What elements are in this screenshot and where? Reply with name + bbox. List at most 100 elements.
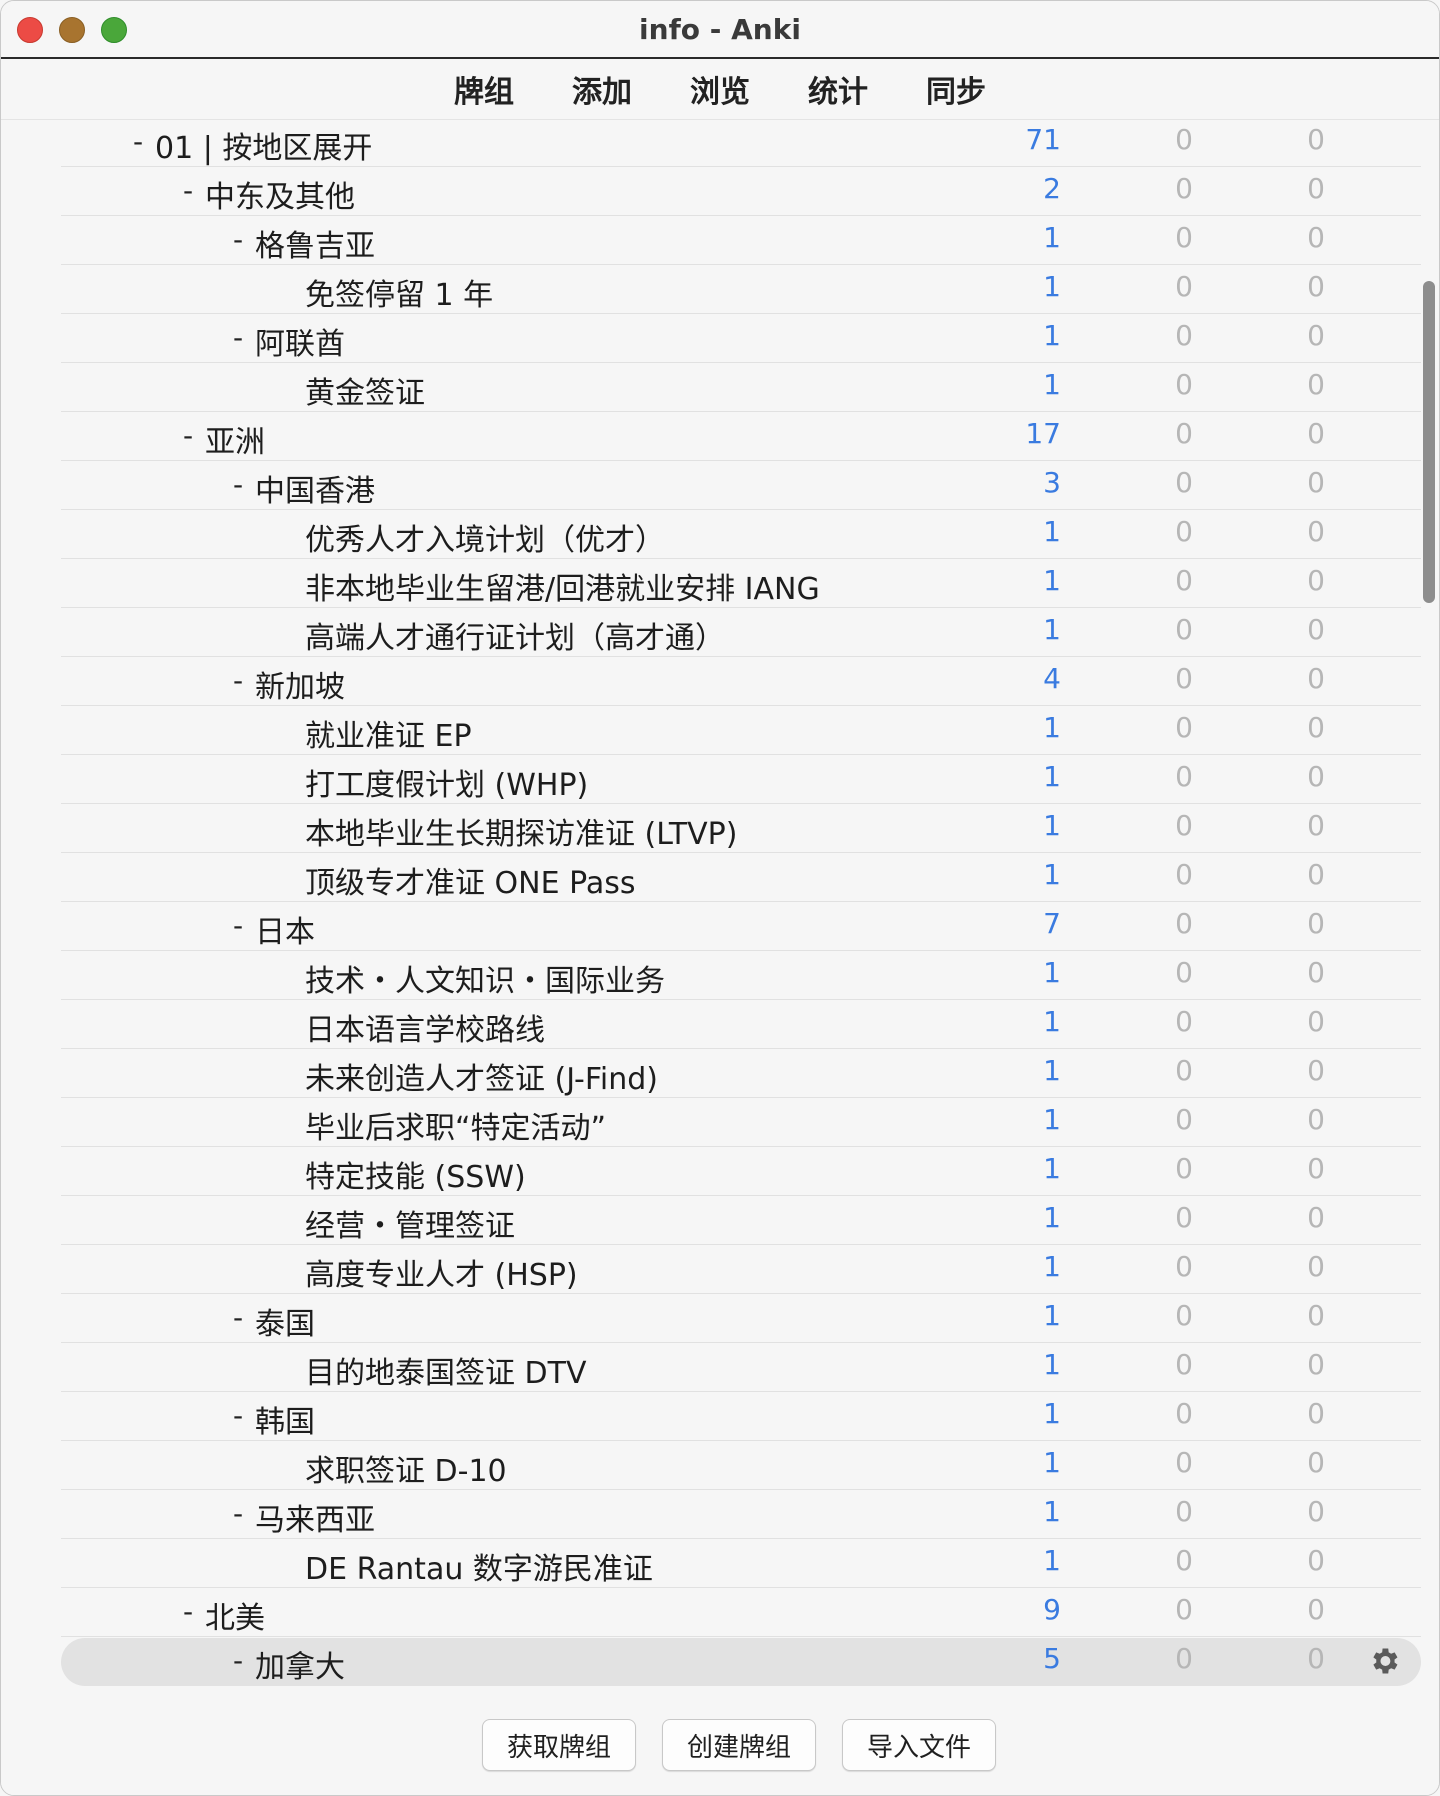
deck-row[interactable]: - 亚洲 17 0 0: [61, 413, 1421, 461]
deck-name[interactable]: 泰国: [255, 1299, 315, 1343]
title-bar[interactable]: info - Anki: [1, 1, 1439, 59]
due-count: 0: [1307, 466, 1325, 499]
deck-row[interactable]: 就业准证 EP 1 0 0: [61, 707, 1421, 755]
deck-name[interactable]: 免签停留 1 年: [305, 270, 493, 314]
deck-row[interactable]: - 中东及其他 2 0 0: [61, 168, 1421, 216]
deck-name[interactable]: 01 | 按地区展开: [155, 123, 372, 167]
deck-row[interactable]: 本地毕业生长期探访准证 (LTVP) 1 0 0: [61, 805, 1421, 853]
deck-name[interactable]: 求职签证 D-10: [305, 1446, 507, 1490]
deck-name[interactable]: 加拿大: [255, 1642, 345, 1686]
deck-name[interactable]: 非本地毕业生留港/回港就业安排 IANG: [305, 564, 820, 608]
collapse-toggle[interactable]: -: [233, 468, 243, 501]
deck-name[interactable]: 优秀人才入境计划（优才）: [305, 515, 665, 559]
toolbar-decks[interactable]: 牌组: [454, 67, 514, 111]
new-count: 1: [1043, 319, 1061, 352]
new-count: 1: [1043, 1201, 1061, 1234]
deck-name[interactable]: 阿联酋: [255, 319, 345, 363]
vertical-scrollbar[interactable]: [1423, 281, 1435, 603]
deck-name[interactable]: 中东及其他: [205, 172, 355, 216]
collapse-toggle[interactable]: -: [183, 419, 193, 452]
deck-row[interactable]: -01 | 按地区展开 71 0 0: [61, 119, 1421, 167]
deck-name[interactable]: 本地毕业生长期探访准证 (LTVP): [305, 809, 737, 853]
deck-row[interactable]: 顶级专才准证 ONE Pass 1 0 0: [61, 854, 1421, 902]
deck-row[interactable]: - 泰国 1 0 0: [61, 1295, 1421, 1343]
collapse-toggle[interactable]: -: [183, 1595, 193, 1628]
deck-name[interactable]: 北美: [205, 1593, 265, 1637]
deck-name[interactable]: 特定技能 (SSW): [305, 1152, 526, 1196]
deck-name[interactable]: 未来创造人才签证 (J-Find): [305, 1054, 658, 1098]
import-file-button[interactable]: 导入文件: [842, 1719, 996, 1771]
deck-name[interactable]: 韩国: [255, 1397, 315, 1441]
deck-row[interactable]: DE Rantau 数字游民准证 1 0 0: [61, 1540, 1421, 1588]
toolbar-stats[interactable]: 统计: [808, 67, 868, 111]
deck-name[interactable]: DE Rantau 数字游民准证: [305, 1544, 653, 1588]
deck-row[interactable]: 未来创造人才签证 (J-Find) 1 0 0: [61, 1050, 1421, 1098]
deck-row[interactable]: 非本地毕业生留港/回港就业安排 IANG 1 0 0: [61, 560, 1421, 608]
due-count: 0: [1307, 123, 1325, 156]
deck-row[interactable]: 高端人才通行证计划（高才通） 1 0 0: [61, 609, 1421, 657]
deck-row[interactable]: 高度专业人才 (HSP) 1 0 0: [61, 1246, 1421, 1294]
deck-list: -01 | 按地区展开 71 0 0- 中东及其他 2 0 0- 格鲁吉亚 1 0 0 免签停留 1 年…: [1, 119, 1439, 1693]
collapse-toggle[interactable]: -: [233, 909, 243, 942]
deck-row[interactable]: 求职签证 D-10 1 0 0: [61, 1442, 1421, 1490]
deck-name[interactable]: 亚洲: [205, 417, 265, 461]
gear-icon[interactable]: [1367, 1644, 1401, 1678]
deck-row[interactable]: - 加拿大 5 0 0: [61, 1638, 1421, 1686]
deck-row[interactable]: 特定技能 (SSW) 1 0 0: [61, 1148, 1421, 1196]
deck-name[interactable]: 日本语言学校路线: [305, 1005, 545, 1049]
deck-name[interactable]: 就业准证 EP: [305, 711, 472, 755]
deck-row[interactable]: 优秀人才入境计划（优才） 1 0 0: [61, 511, 1421, 559]
deck-row[interactable]: - 中国香港 3 0 0: [61, 462, 1421, 510]
deck-name[interactable]: 高度专业人才 (HSP): [305, 1250, 578, 1294]
collapse-toggle[interactable]: -: [233, 1301, 243, 1334]
deck-name[interactable]: 格鲁吉亚: [255, 221, 375, 265]
collapse-toggle[interactable]: -: [233, 1644, 243, 1677]
deck-name[interactable]: 中国香港: [255, 466, 375, 510]
minimize-window-button[interactable]: [59, 17, 85, 43]
deck-name[interactable]: 新加坡: [255, 662, 345, 706]
deck-row[interactable]: - 韩国 1 0 0: [61, 1393, 1421, 1441]
deck-name[interactable]: 经营・管理签证: [305, 1201, 515, 1245]
toolbar-browse[interactable]: 浏览: [690, 67, 750, 111]
collapse-toggle[interactable]: -: [233, 664, 243, 697]
deck-name[interactable]: 马来西亚: [255, 1495, 375, 1539]
learn-count: 0: [1175, 613, 1193, 646]
zoom-window-button[interactable]: [101, 17, 127, 43]
deck-row[interactable]: - 日本 7 0 0: [61, 903, 1421, 951]
deck-row[interactable]: 毕业后求职“特定活动” 1 0 0: [61, 1099, 1421, 1147]
create-deck-button[interactable]: 创建牌组: [662, 1719, 816, 1771]
deck-name[interactable]: 高端人才通行证计划（高才通）: [305, 613, 725, 657]
toolbar-add[interactable]: 添加: [572, 67, 632, 111]
get-shared-button[interactable]: 获取牌组: [482, 1719, 636, 1771]
learn-count: 0: [1175, 368, 1193, 401]
deck-row[interactable]: 目的地泰国签证 DTV 1 0 0: [61, 1344, 1421, 1392]
deck-row[interactable]: 打工度假计划 (WHP) 1 0 0: [61, 756, 1421, 804]
deck-row[interactable]: 免签停留 1 年 1 0 0: [61, 266, 1421, 314]
close-window-button[interactable]: [17, 17, 43, 43]
deck-name[interactable]: 技术・人文知识・国际业务: [305, 956, 665, 1000]
deck-name[interactable]: 毕业后求职“特定活动”: [305, 1103, 606, 1147]
deck-row[interactable]: 经营・管理签证 1 0 0: [61, 1197, 1421, 1245]
deck-row[interactable]: - 格鲁吉亚 1 0 0: [61, 217, 1421, 265]
deck-name[interactable]: 目的地泰国签证 DTV: [305, 1348, 586, 1392]
new-count: 1: [1043, 613, 1061, 646]
deck-name[interactable]: 打工度假计划 (WHP): [305, 760, 588, 804]
deck-row[interactable]: - 新加坡 4 0 0: [61, 658, 1421, 706]
deck-name[interactable]: 黄金签证: [305, 368, 425, 412]
deck-row[interactable]: 技术・人文知识・国际业务 1 0 0: [61, 952, 1421, 1000]
deck-row[interactable]: 黄金签证 1 0 0: [61, 364, 1421, 412]
deck-row[interactable]: - 阿联酋 1 0 0: [61, 315, 1421, 363]
deck-row[interactable]: 日本语言学校路线 1 0 0: [61, 1001, 1421, 1049]
collapse-toggle[interactable]: -: [183, 174, 193, 207]
deck-name[interactable]: 顶级专才准证 ONE Pass: [305, 858, 635, 902]
collapse-toggle[interactable]: -: [233, 1497, 243, 1530]
toolbar-sync[interactable]: 同步: [926, 67, 986, 111]
deck-name[interactable]: 日本: [255, 907, 315, 951]
collapse-toggle[interactable]: -: [133, 125, 143, 158]
deck-row[interactable]: - 北美 9 0 0: [61, 1589, 1421, 1637]
learn-count: 0: [1175, 1397, 1193, 1430]
collapse-toggle[interactable]: -: [233, 321, 243, 354]
collapse-toggle[interactable]: -: [233, 223, 243, 256]
deck-row[interactable]: - 马来西亚 1 0 0: [61, 1491, 1421, 1539]
collapse-toggle[interactable]: -: [233, 1399, 243, 1432]
